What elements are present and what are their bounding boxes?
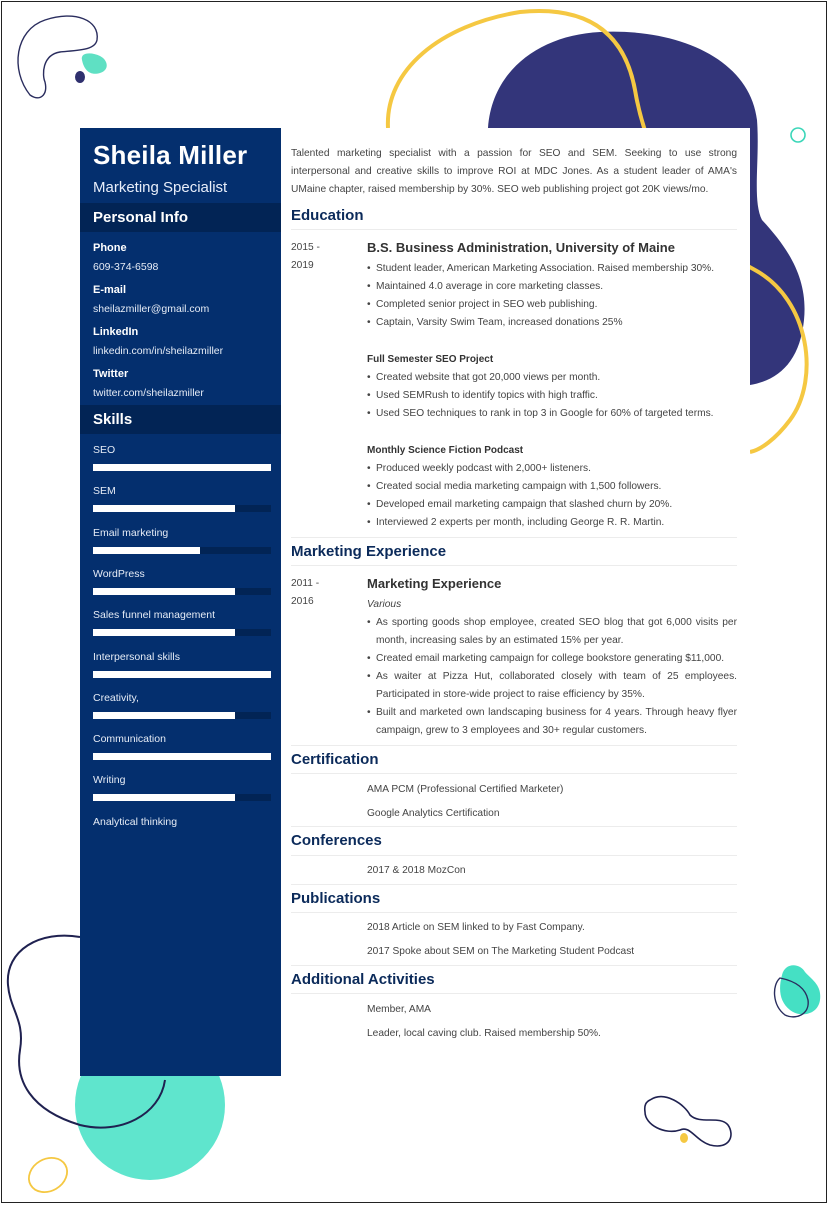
project-title: Monthly Science Fiction Podcast — [367, 445, 524, 456]
list-item: Produced weekly podcast with 2,000+ list… — [367, 460, 737, 478]
divider — [291, 855, 737, 856]
candidate-title: Marketing Specialist — [93, 179, 228, 196]
conferences-heading: Conferences — [291, 832, 382, 849]
education-date-end: 2019 — [291, 260, 314, 271]
experience-company: Various — [367, 599, 402, 610]
skill-bar-fill — [93, 587, 236, 595]
education-degree: B.S. Business Administration, University… — [367, 240, 675, 255]
project-bullets: Produced weekly podcast with 2,000+ list… — [367, 460, 737, 532]
skill-label: Communication — [93, 733, 166, 746]
skill-label: Creativity, — [93, 691, 139, 704]
conference-item: 2017 & 2018 MozCon — [367, 865, 466, 876]
skill-label: Analytical thinking — [93, 815, 178, 828]
sidebar: Sheila Miller Marketing Specialist Perso… — [80, 128, 281, 1076]
skill-bar-track — [93, 629, 271, 637]
divider — [291, 773, 737, 774]
list-item: Developed email marketing campaign that … — [367, 496, 737, 514]
skill-bar-fill — [93, 505, 236, 513]
skill-bar-track — [93, 711, 271, 719]
divider — [291, 565, 737, 566]
divider — [291, 993, 737, 994]
list-item: Maintained 4.0 average in core marketing… — [367, 278, 737, 296]
divider — [291, 745, 737, 746]
list-item: Built and marketed own landscaping busin… — [367, 704, 737, 740]
skill-bar-track — [93, 505, 271, 513]
twitter-label: Twitter — [93, 368, 129, 380]
list-item: Captain, Varsity Swim Team, increased do… — [367, 314, 737, 332]
divider — [291, 965, 737, 966]
divider — [291, 884, 737, 885]
divider — [291, 826, 737, 827]
education-heading: Education — [291, 207, 364, 224]
email-value[interactable]: sheilazmiller@gmail.com — [93, 303, 209, 315]
divider — [291, 229, 737, 230]
education-bullets: Student leader, American Marketing Assoc… — [367, 260, 737, 332]
project-bullets: Created website that got 20,000 views pe… — [367, 369, 737, 423]
phone-label: Phone — [93, 242, 127, 254]
experience-date-end: 2016 — [291, 596, 314, 607]
experience-heading: Marketing Experience — [291, 543, 447, 560]
publication-item: 2018 Article on SEM linked to by Fast Co… — [367, 922, 585, 933]
experience-title: Marketing Experience — [367, 576, 502, 591]
personal-info-header: Personal Info — [80, 203, 281, 232]
skill-bar-fill — [93, 464, 271, 471]
list-item: Created website that got 20,000 views pe… — [367, 369, 737, 387]
list-item: Interviewed 2 experts per month, includi… — [367, 514, 737, 532]
linkedin-value[interactable]: linkedin.com/in/sheilazmiller — [93, 345, 223, 357]
education-date-start: 2015 - — [291, 242, 320, 253]
twitter-value[interactable]: twitter.com/sheilazmiller — [93, 387, 204, 399]
list-item: Used SEMRush to identify topics with hig… — [367, 387, 737, 405]
certification-item: Google Analytics Certification — [367, 808, 500, 819]
experience-bullets: As sporting goods shop employee, created… — [367, 614, 737, 740]
skill-bar-track — [93, 464, 271, 471]
skill-bar-track — [93, 546, 271, 554]
skill-bar-fill — [93, 670, 271, 678]
skill-label: Writing — [93, 774, 126, 787]
experience-date-start: 2011 - — [291, 578, 320, 589]
list-item: As waiter at Pizza Hut, collaborated clo… — [367, 668, 737, 704]
skill-bar-fill — [93, 794, 236, 802]
skill-label: SEO — [93, 444, 116, 456]
skill-bar-fill — [93, 546, 200, 554]
candidate-name: Sheila Miller — [93, 140, 248, 170]
activity-item: Member, AMA — [367, 1004, 431, 1015]
skill-bar-track — [93, 670, 271, 678]
publications-heading: Publications — [291, 890, 381, 907]
list-item: As sporting goods shop employee, created… — [367, 614, 737, 650]
list-item: Completed senior project in SEO web publ… — [367, 296, 737, 314]
summary: Talented marketing specialist with a pas… — [291, 148, 737, 195]
list-item: Created email marketing campaign for col… — [367, 650, 737, 668]
skill-bar-track — [93, 753, 271, 761]
personal-info-heading: Personal Info — [93, 209, 189, 226]
project-title: Full Semester SEO Project — [367, 354, 494, 365]
skill-bar-track — [93, 587, 271, 595]
publication-item: 2017 Spoke about SEM on The Marketing St… — [367, 946, 635, 957]
divider — [291, 912, 737, 913]
skill-bar-track — [93, 794, 271, 802]
divider — [291, 537, 737, 538]
certification-item: AMA PCM (Professional Certified Marketer… — [367, 784, 564, 795]
skill-bar-fill — [93, 711, 236, 719]
linkedin-label: LinkedIn — [93, 326, 139, 338]
skills-header: Skills — [80, 405, 281, 434]
skills-heading: Skills — [93, 411, 133, 428]
list-item: Used SEO techniques to rank in top 3 in … — [367, 405, 737, 423]
main-content: Talented marketing specialist with a pas… — [282, 128, 750, 1068]
skill-bar-fill — [93, 753, 271, 761]
skill-label: Email marketing — [93, 526, 169, 539]
email-label: E-mail — [93, 284, 127, 296]
skill-label: SEM — [93, 485, 116, 498]
phone-value: 609-374-6598 — [93, 261, 159, 273]
list-item: Created social media marketing campaign … — [367, 478, 737, 496]
activity-item: Leader, local caving club. Raised member… — [367, 1028, 601, 1039]
certification-heading: Certification — [291, 751, 379, 768]
skill-label: WordPress — [93, 567, 145, 580]
skill-label: Interpersonal skills — [93, 650, 180, 663]
skill-label: Sales funnel management — [93, 609, 215, 622]
list-item: Student leader, American Marketing Assoc… — [367, 260, 737, 278]
skill-bar-fill — [93, 629, 236, 637]
activities-heading: Additional Activities — [291, 971, 435, 988]
